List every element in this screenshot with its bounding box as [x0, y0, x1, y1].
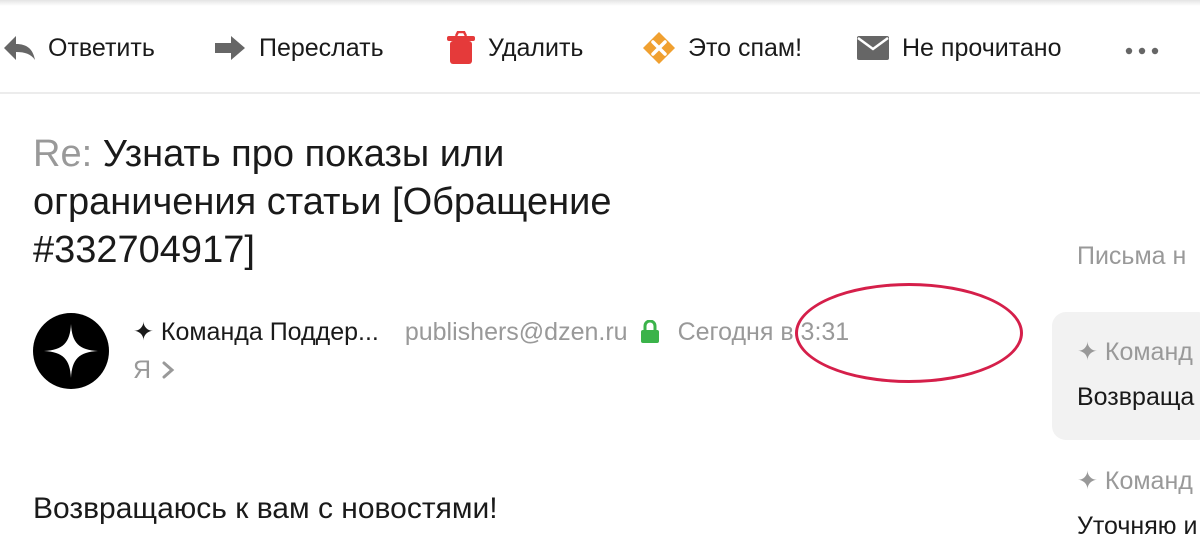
subject-prefix: Re:: [33, 133, 93, 175]
reply-button[interactable]: Ответить: [2, 18, 155, 78]
forward-arrow-icon: [213, 34, 247, 62]
sender-name[interactable]: ✦ Команда Поддер...: [133, 317, 379, 347]
dzen-logo-icon: [44, 324, 98, 378]
forward-button[interactable]: Переслать: [213, 18, 384, 78]
reply-arrow-icon: [2, 33, 36, 63]
thread-item-active-card[interactable]: [1052, 312, 1200, 440]
chevron-right-icon: [161, 360, 175, 380]
sender-info: ✦ Команда Поддер... publishers@dzen.ru С…: [133, 312, 849, 352]
message-body-first-line: Возвращаюсь к вам с новостями!: [33, 492, 498, 525]
sender-avatar[interactable]: [33, 313, 109, 389]
thread-item-snippet[interactable]: Уточняю и: [1077, 512, 1197, 541]
unread-label: Не прочитано: [902, 33, 1062, 62]
thread-item-snippet: Возвраща: [1077, 383, 1195, 411]
subject-text: Узнать про показы или ограничения статьи…: [33, 133, 612, 271]
toolbar-divider: [0, 92, 1200, 94]
spam-button[interactable]: Это спам!: [642, 18, 802, 78]
recipient-toggle[interactable]: Я: [133, 352, 175, 388]
top-shadow: [0, 0, 1200, 6]
more-dots-icon: [1124, 34, 1160, 63]
message-date: Сегодня в 3:31: [677, 317, 850, 346]
recipient-name: Я: [133, 355, 152, 384]
spam-label: Это спам!: [688, 33, 803, 62]
thread-item-sender: ✦ Команд: [1077, 338, 1193, 366]
message-toolbar: Ответить Переслать Удалить Это спам! Не …: [0, 18, 1200, 78]
more-actions-button[interactable]: [1124, 18, 1160, 78]
mark-unread-button[interactable]: Не прочитано: [856, 18, 1061, 78]
lock-icon: [640, 320, 660, 344]
envelope-icon: [856, 35, 890, 61]
trash-icon: [446, 31, 476, 65]
delete-label: Удалить: [488, 33, 584, 62]
delete-button[interactable]: Удалить: [446, 18, 583, 78]
reply-label: Ответить: [48, 33, 155, 62]
message-subject: Re: Узнать про показы или ограничения ст…: [33, 130, 733, 274]
sender-email[interactable]: publishers@dzen.ru: [405, 318, 628, 347]
thread-heading: Письма н: [1077, 242, 1187, 270]
thread-item-sender[interactable]: ✦ Команд: [1077, 466, 1193, 496]
spam-x-icon: [642, 31, 676, 65]
forward-label: Переслать: [259, 33, 384, 62]
